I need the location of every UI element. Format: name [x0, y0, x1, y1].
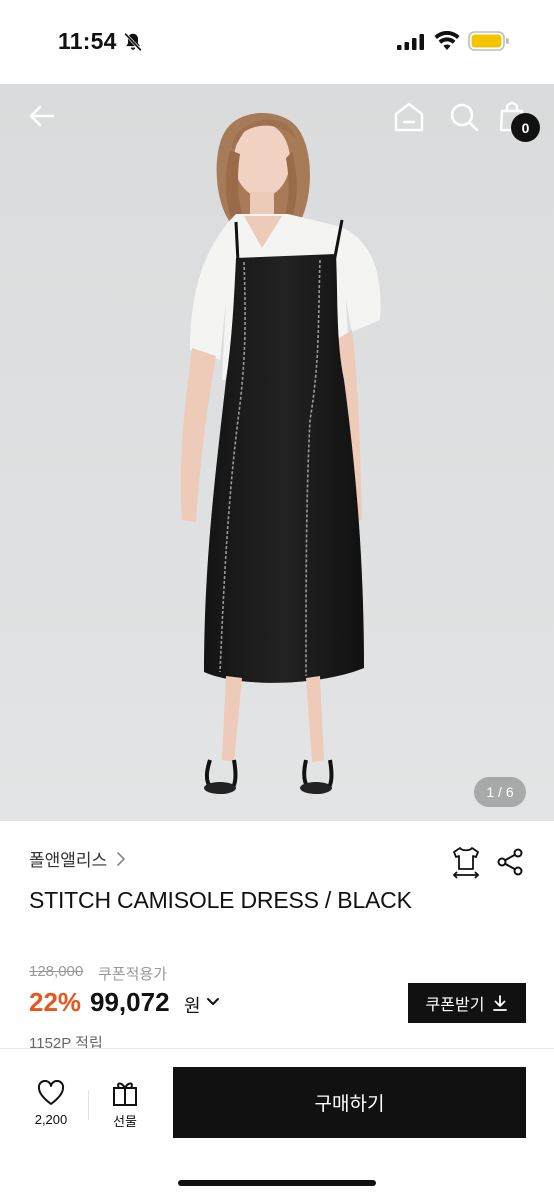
like-button[interactable]: 2,200 — [26, 1080, 76, 1127]
coupon-price-label: 쿠폰적용가 — [98, 966, 168, 983]
gift-button[interactable]: 선물 — [100, 1079, 150, 1130]
buy-now-button[interactable]: 구매하기 — [173, 1067, 526, 1138]
get-coupon-button[interactable]: 쿠폰받기 — [408, 983, 526, 1023]
search-icon[interactable] — [448, 101, 480, 133]
size-guide-icon[interactable] — [450, 845, 482, 879]
currency-label: 원 — [184, 996, 201, 1016]
image-counter: 1 / 6 — [474, 777, 526, 807]
get-coupon-label: 쿠폰받기 — [425, 997, 485, 1014]
home-icon[interactable] — [393, 100, 425, 134]
points-earned: 1152P 적립 — [29, 1035, 103, 1048]
sale-price: 99,072 — [90, 987, 170, 1017]
status-time: 11:54 — [58, 28, 117, 54]
product-image[interactable] — [0, 84, 554, 821]
brand-link[interactable]: 폴앤앨리스 — [29, 846, 127, 871]
gift-icon — [113, 1082, 137, 1106]
battery-icon — [468, 31, 509, 51]
share-icon[interactable] — [496, 848, 524, 876]
download-icon — [493, 995, 508, 1011]
back-arrow-icon[interactable] — [26, 100, 58, 132]
chevron-down-icon[interactable] — [205, 996, 221, 1008]
brand-name: 폴앤앨리스 — [29, 851, 108, 870]
home-indicator — [178, 1180, 376, 1186]
product-photo — [0, 84, 554, 821]
heart-icon — [37, 1080, 65, 1105]
discount-rate: 22% — [29, 987, 82, 1017]
bell-slash-icon — [124, 32, 142, 52]
cellular-signal-icon — [397, 34, 424, 50]
wifi-icon — [434, 31, 460, 50]
product-title: STITCH CAMISOLE DRESS / BLACK — [29, 887, 412, 913]
buy-now-label: 구매하기 — [314, 1094, 385, 1115]
divider — [88, 1090, 89, 1120]
like-count: 2,200 — [34, 1112, 68, 1127]
original-price: 128,000 — [29, 963, 84, 980]
chevron-right-icon — [117, 851, 126, 866]
cart-count-badge: 0 — [511, 113, 540, 142]
status-bar: 11:54 — [0, 0, 554, 84]
gift-label: 선물 — [113, 1114, 137, 1129]
